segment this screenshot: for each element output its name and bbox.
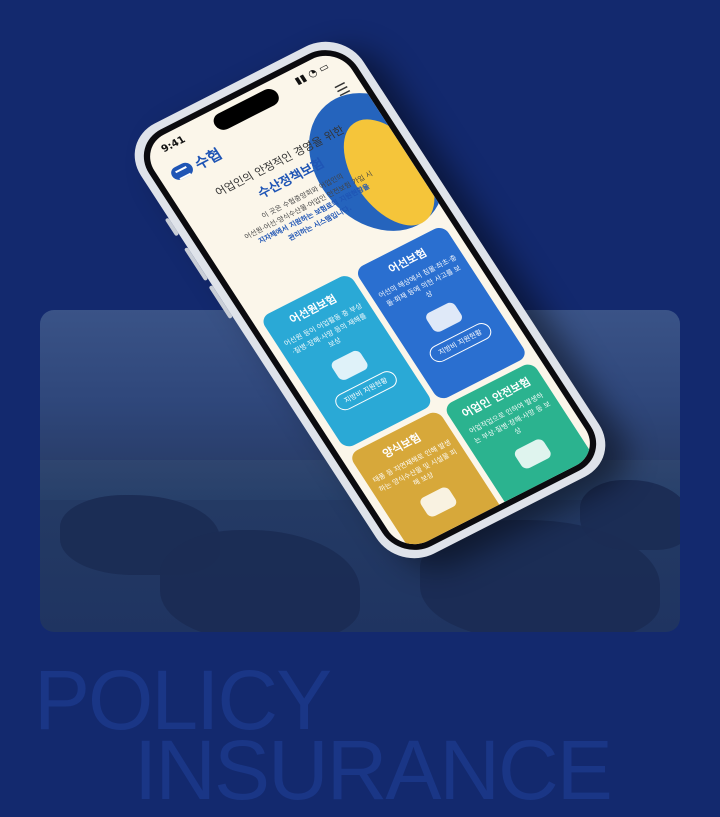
status-time: 9:41 — [159, 134, 188, 155]
sailor-hat-icon — [329, 348, 370, 382]
suhyup-logo-icon — [168, 160, 196, 183]
tetrapod-shape — [160, 530, 360, 632]
side-button — [164, 217, 180, 237]
shield-plus-icon — [512, 436, 553, 470]
fish-icon — [417, 485, 459, 519]
ship-icon — [423, 300, 465, 334]
insurance-heading: INSURANCE — [134, 723, 613, 817]
tetrapod-shape — [580, 480, 680, 550]
